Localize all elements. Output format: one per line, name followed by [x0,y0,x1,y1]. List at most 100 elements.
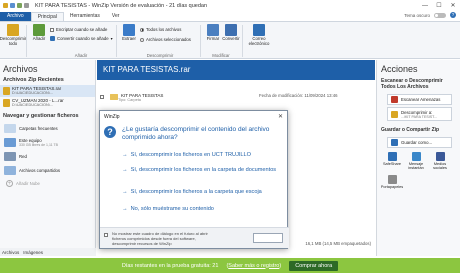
scan-threats-button[interactable]: Escanear Amenazas [387,94,452,105]
clipboard-icon [387,174,397,184]
convert-button[interactable]: Convertir [221,24,241,42]
clipboard-button[interactable]: Portapapeles [380,174,404,189]
open-icon[interactable] [10,3,15,8]
tab-principal[interactable]: Principal [30,12,64,21]
location-this-pc[interactable]: Este equipo 330 GB libres de 1,11 TB [0,135,95,149]
save-as-label: Guardar como... [401,140,433,145]
group-modify-label: Modificar [212,53,230,58]
tab-herramientas[interactable]: Herramientas [64,12,106,21]
safeshare-icon [387,152,397,161]
email-button[interactable]: Correo electrónico [246,24,272,47]
option-label: Sí, descomprimir los ficheros en UCT TRU… [130,152,251,158]
unzip-to-button[interactable]: Descomprimir a: ...\KIT PARA TESIST... [387,107,452,121]
dark-theme-label: Tema oscuro [404,12,430,18]
selected-files-radio[interactable] [140,37,144,42]
zip-file-icon [3,99,10,107]
option-label: Sí, descomprimir los ficheros en la carp… [130,167,277,173]
add-button[interactable]: Añadir [29,24,49,42]
scan-section-heading: Escanear o Descomprimir Todos Los Archiv… [381,78,443,90]
encrypt-option[interactable]: Encriptar cuando se añade [50,27,107,32]
email-icon [253,24,265,36]
add-label: Añadir [32,36,46,41]
location-frequent-folders[interactable]: Carpetas frecuentes [0,121,95,135]
location-label: Archivos compartidos [19,167,61,173]
add-cloud-label: Añadir Nube [16,181,40,186]
ribbon-separator [116,25,117,57]
social-media-button[interactable]: Medios sociales [429,152,451,171]
all-files-radio[interactable] [140,27,144,32]
winzip-logo-icon [3,3,8,8]
dark-theme-toggle[interactable] [434,12,446,18]
save-icon [391,139,398,146]
archive-size: 16,1 MB (14,5 MB empaquetados) [305,241,371,246]
all-files-option[interactable]: Todos los archivos [140,27,181,32]
file-row[interactable]: KIT PARA TESISTAS Tipo: Carpeta Fecha de… [97,90,375,104]
ribbon-separator [242,25,243,57]
recent-item[interactable]: KIT PARA TESISTAS.rar D:\UAC\EDUCACION\.… [0,85,95,97]
location-network[interactable]: Red [0,149,95,163]
convert-option[interactable]: Convertir cuando se añade ▾ [50,36,113,41]
extract-label: Extraer [122,36,136,41]
message-icon [411,152,421,161]
extract-button[interactable]: Extraer [119,24,139,42]
encrypt-checkbox[interactable] [50,27,54,32]
option-show-contents[interactable]: → No, sólo muéstrame su contenido [122,206,282,213]
save-as-button[interactable]: Guardar como... [387,137,452,148]
tab-imagenes[interactable]: Imágenes [23,250,43,255]
shared-icon [4,165,16,175]
chevron-down-icon[interactable]: ▾ [111,36,113,41]
dont-show-checkbox[interactable] [104,233,108,237]
help-icon[interactable]: ? [450,12,456,18]
sign-label: Firmar [206,36,220,41]
clipboard-label: Portapapeles [380,184,404,189]
ribbon-separator [26,25,27,57]
location-shared[interactable]: Archivos compartidos [0,163,95,177]
folder-icon [4,123,16,133]
location-label: Red [19,153,27,159]
unzip-all-button[interactable]: Descomprimir todo [0,24,27,47]
convert-big-icon [225,24,237,36]
recent-heading: Archivos Zip Recientes [3,77,64,83]
unzip-all-label: Descomprimir todo [0,36,27,46]
selected-files-option[interactable]: Archivos seleccionados [140,37,191,42]
dialog-cancel-button[interactable] [253,233,283,243]
buy-now-button[interactable]: Comprar ahora [289,260,339,271]
selected-files-label: Archivos seleccionados [146,37,191,42]
dialog-close-button[interactable]: ✕ [278,113,283,120]
safeshare-button[interactable]: SafeShare [381,152,403,171]
option-unzip-choose-folder[interactable]: → Sí, descomprimir los ficheros a la car… [122,189,282,196]
sign-button[interactable]: Firmar [203,24,223,42]
option-unzip-uct-trujillo[interactable]: → Sí, descomprimir los ficheros en UCT T… [122,152,282,159]
title-bar: KIT PARA TESISTAS - WinZip Versión de ev… [0,0,460,11]
tab-archivo[interactable]: Archivo [0,12,31,21]
trial-bar: Días restantes en la prueba gratuita: 21… [0,258,460,273]
row-checkbox[interactable] [100,95,104,99]
social-media-label: Medios sociales [433,162,447,171]
unzip-to-label: Descomprimir a: [401,109,433,115]
recent-item-path: D:\UAC\EDUCACION\... [12,91,53,96]
option-unzip-documents[interactable]: → Sí, descomprimir los ficheros en la ca… [122,167,282,174]
zip-file-icon [3,87,10,95]
minimize-button[interactable]: — [418,0,432,11]
navigate-heading: Navegar y gestionar ficheros [3,113,79,119]
instant-message-button[interactable]: Mensaje instantán [405,152,427,171]
plus-icon: + [6,180,13,187]
arrow-right-icon: → [122,152,128,158]
network-icon [4,151,16,161]
add-cloud-button[interactable]: + Añadir Nube [0,177,95,190]
arrow-right-icon: → [122,206,128,212]
maximize-button[interactable]: ☐ [432,0,446,11]
convert-label: Convertir cuando se añade [57,36,109,41]
save-icon[interactable] [17,3,22,8]
customize-icon[interactable] [24,3,29,8]
extract-icon [123,24,135,36]
tab-archivos[interactable]: Archivos [2,250,19,255]
folder-icon [110,94,118,100]
learn-more-link[interactable]: Saber más o registro [228,263,279,269]
unzip-dialog: WinZip ✕ ? ¿Le gustaría descomprimir el … [99,110,289,249]
recent-item[interactable]: CV_UZMAN 2020 - L...rar D:\UAC\EDUCACION… [0,97,95,109]
close-button[interactable]: ✕ [446,0,460,11]
group-add-label: Añadir [74,53,88,58]
trial-text: Días restantes en la prueba gratuita: 21 [121,262,219,269]
tab-ver[interactable]: Ver [106,12,126,21]
